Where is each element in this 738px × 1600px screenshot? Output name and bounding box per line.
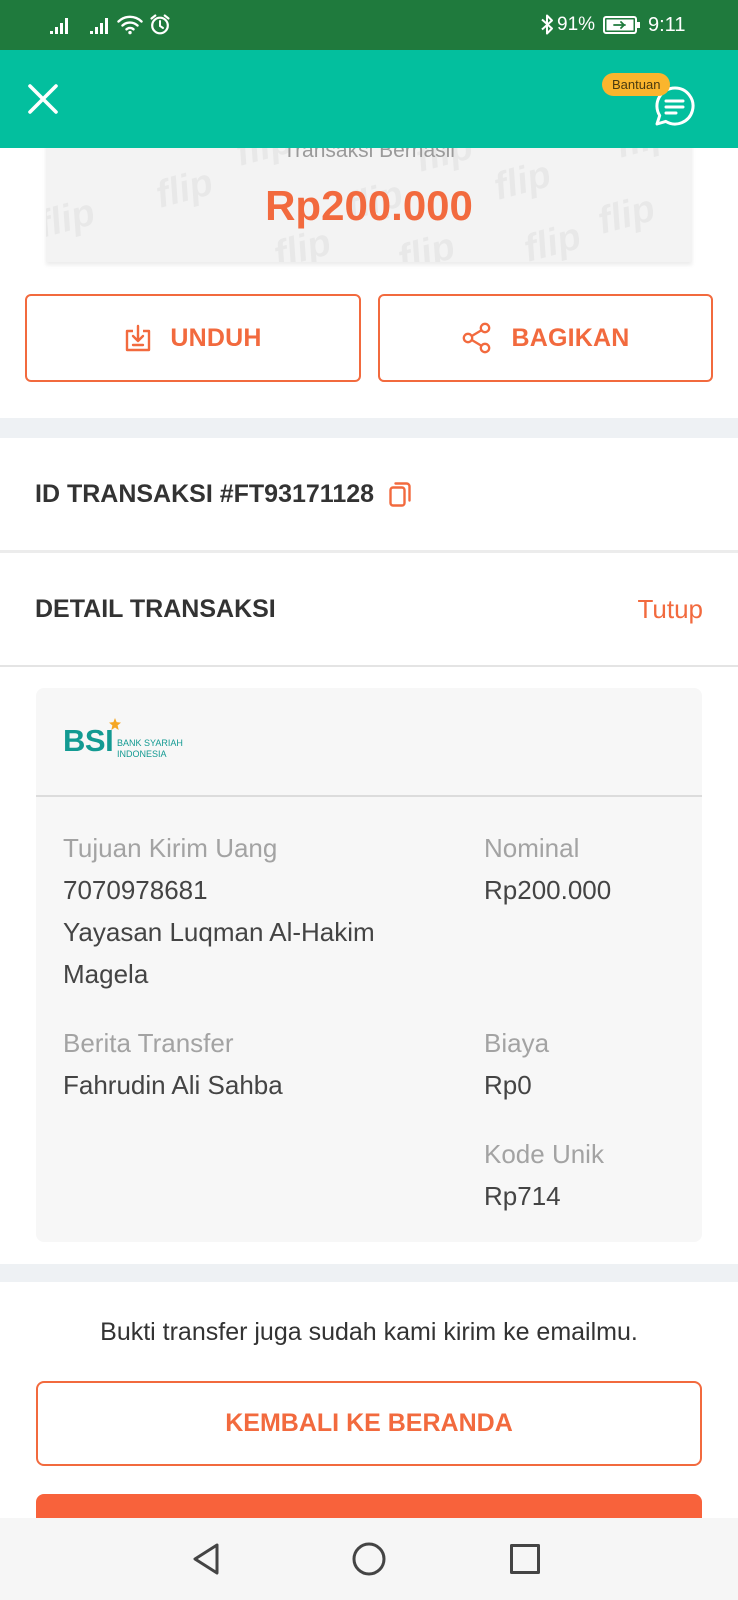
download-icon xyxy=(126,324,151,352)
wifi-icon xyxy=(117,15,143,35)
recipient-group: Tujuan Kirim Uang 7070978681 Yayasan Luq… xyxy=(63,827,453,995)
divider xyxy=(0,665,738,667)
fee-label: Biaya xyxy=(484,1028,550,1058)
app-header: Bantuan xyxy=(0,50,738,148)
section-divider xyxy=(0,1264,738,1282)
message-value: Fahrudin Ali Sahba xyxy=(63,1070,283,1100)
star-icon xyxy=(109,718,121,730)
unique-code-group: Kode Unik Rp714 xyxy=(484,1133,684,1217)
nav-home-button[interactable] xyxy=(329,1518,409,1600)
close-button[interactable] xyxy=(24,80,62,118)
bank-name-line1: BANK SYARIAH xyxy=(117,738,183,748)
unique-code-label: Kode Unik xyxy=(484,1139,604,1169)
fee-value: Rp0 xyxy=(484,1070,532,1100)
copy-id-button[interactable] xyxy=(388,480,412,508)
detail-toggle-link[interactable]: Tutup xyxy=(637,594,703,625)
alarm-icon xyxy=(150,14,170,35)
battery-icon xyxy=(603,16,640,34)
clock: 9:11 xyxy=(648,14,686,36)
recipient-label: Tujuan Kirim Uang xyxy=(63,833,278,863)
unique-code-value: Rp714 xyxy=(484,1181,561,1211)
bank-name-line2: INDONESIA xyxy=(117,749,167,759)
nav-back-button[interactable] xyxy=(166,1518,246,1600)
transaction-id-row: ID TRANSAKSI #FT93171128 xyxy=(0,438,738,550)
help-button[interactable]: Bantuan xyxy=(600,72,700,128)
close-icon xyxy=(28,84,58,114)
detail-header: DETAIL TRANSAKSI Tutup xyxy=(0,553,738,666)
signal-icon xyxy=(90,18,108,34)
download-label: UNDUH xyxy=(170,323,262,352)
bank-logo-text: BSI xyxy=(63,723,114,758)
recents-icon xyxy=(510,1544,540,1574)
bank-name: BANK SYARIAH INDONESIA xyxy=(117,738,183,760)
detail-title: DETAIL TRANSAKSI xyxy=(35,595,276,623)
home-icon xyxy=(352,1542,386,1576)
system-nav-bar xyxy=(0,1518,738,1600)
account-number: 7070978681 xyxy=(63,875,208,905)
fee-group: Biaya Rp0 xyxy=(484,1022,684,1106)
share-label: BAGIKAN xyxy=(511,323,630,352)
nominal-group: Nominal Rp200.000 xyxy=(484,827,684,911)
email-note: Bukti transfer juga sudah kami kirim ke … xyxy=(100,1318,638,1346)
signal-icon xyxy=(50,18,68,34)
section-divider xyxy=(0,418,738,438)
receipt-amount: Rp200.000 xyxy=(265,182,473,229)
nominal-label: Nominal xyxy=(484,833,580,863)
bluetooth-icon xyxy=(541,14,553,35)
share-icon xyxy=(463,322,491,354)
nominal-value: Rp200.000 xyxy=(484,875,612,905)
share-button[interactable]: BAGIKAN xyxy=(378,294,713,382)
back-to-home-button[interactable]: KEMBALI KE BERANDA xyxy=(36,1381,702,1466)
recipient-name: Yayasan Luqman Al-Hakim Magela xyxy=(63,917,375,989)
nav-recents-button[interactable] xyxy=(485,1518,565,1600)
watermark-text: flip xyxy=(393,225,459,262)
copy-icon xyxy=(389,482,411,507)
message-label: Berita Transfer xyxy=(63,1028,234,1058)
message-group: Berita Transfer Fahrudin Ali Sahba xyxy=(63,1022,453,1106)
back-icon xyxy=(193,1543,219,1575)
transaction-detail-card: BSI BANK SYARIAH INDONESIA Tujuan Kirim … xyxy=(36,688,702,1242)
bank-row: BSI BANK SYARIAH INDONESIA xyxy=(36,688,702,797)
help-badge: Bantuan xyxy=(602,73,671,96)
transaction-id: ID TRANSAKSI #FT93171128 xyxy=(35,479,375,508)
battery-percent: 91% xyxy=(557,14,596,35)
download-button[interactable]: UNDUH xyxy=(25,294,361,382)
status-bar: 91% 9:11 xyxy=(0,0,738,50)
